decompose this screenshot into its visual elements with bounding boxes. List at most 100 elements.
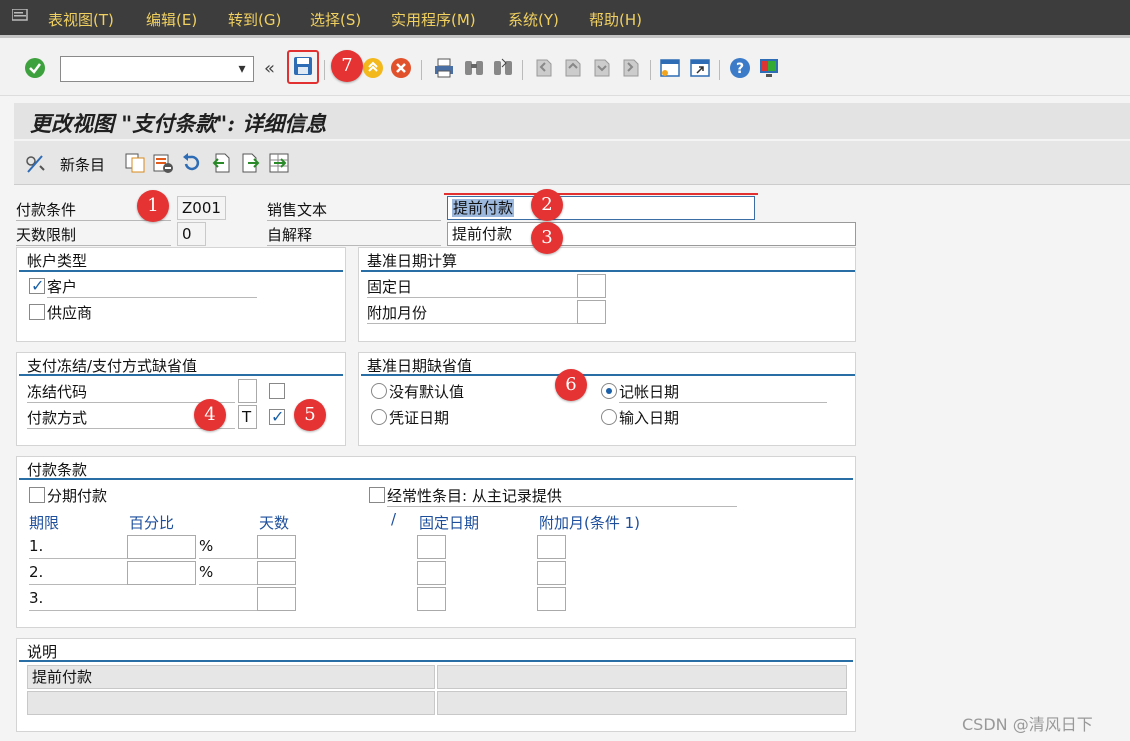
- exit-icon[interactable]: [362, 57, 384, 79]
- account-type-title: 帐户类型: [27, 252, 88, 270]
- installment-checkbox[interactable]: [29, 487, 45, 503]
- days-input[interactable]: [257, 535, 296, 559]
- block-key-input[interactable]: [238, 379, 257, 403]
- document-date-radio[interactable]: [371, 409, 387, 425]
- additional-months-label: 附加月份: [367, 302, 577, 324]
- application-toolbar: 新条目: [14, 141, 1130, 185]
- annotation-marker: 6: [555, 369, 587, 401]
- payment-block-title: 支付冻结/支付方式缺省值: [27, 357, 198, 375]
- fixed-day-label: 固定日: [367, 276, 577, 298]
- document-date-label: 凭证日期: [389, 409, 450, 427]
- days-input[interactable]: [257, 561, 296, 585]
- menu-bar: 表视图(T) 编辑(E) 转到(G) 选择(S) 实用程序(M) 系统(Y) 帮…: [0, 0, 1130, 38]
- command-field[interactable]: [60, 56, 254, 82]
- entry-date-radio[interactable]: [601, 409, 617, 425]
- first-page-icon[interactable]: [532, 57, 554, 79]
- menu-item-selection[interactable]: 选择(S): [310, 9, 361, 30]
- customize-layout-icon[interactable]: [758, 57, 780, 79]
- group-divider: [361, 374, 855, 376]
- new-session-icon[interactable]: [659, 57, 681, 79]
- svg-text:?: ?: [736, 61, 744, 77]
- column-additional-month-header: 附加月(条件 1): [539, 514, 641, 532]
- column-separator-header: /: [391, 510, 397, 528]
- chevron-down-icon[interactable]: ▾: [230, 56, 254, 82]
- day-limit-field[interactable]: 0: [177, 222, 206, 246]
- additional-month-input[interactable]: [537, 535, 566, 559]
- term-row-label: 1.: [29, 537, 127, 559]
- percent-input[interactable]: [127, 561, 196, 585]
- menu-item-table-view[interactable]: 表视图(T): [48, 9, 114, 30]
- system-menu-icon[interactable]: [12, 9, 30, 23]
- fixed-date-input[interactable]: [417, 587, 446, 611]
- customer-checkbox[interactable]: [29, 276, 45, 295]
- save-icon[interactable]: [292, 55, 314, 77]
- vendor-checkbox[interactable]: [29, 304, 45, 320]
- annotation-marker: 4: [194, 399, 226, 431]
- sales-text-input[interactable]: 提前付款: [447, 196, 755, 220]
- fixed-date-input[interactable]: [417, 561, 446, 585]
- collapse-command-icon[interactable]: «: [264, 58, 275, 79]
- no-default-label: 没有默认值: [389, 383, 465, 401]
- explanation-title: 说明: [27, 643, 58, 661]
- additional-month-input[interactable]: [537, 561, 566, 585]
- create-shortcut-icon[interactable]: [689, 57, 711, 79]
- additional-month-input[interactable]: [537, 587, 566, 611]
- menu-item-edit[interactable]: 编辑(E): [146, 9, 197, 30]
- payment-method-input[interactable]: T: [238, 405, 257, 429]
- cancel-icon[interactable]: [390, 57, 412, 79]
- additional-months-input[interactable]: [577, 300, 606, 324]
- explanation-group: 说明 提前付款: [16, 638, 856, 732]
- explanation-line: [437, 665, 847, 689]
- terms-title: 付款条款: [27, 461, 88, 479]
- select-all-icon[interactable]: [268, 152, 290, 174]
- toolbar-separator: [324, 60, 325, 80]
- column-percent-header: 百分比: [129, 514, 175, 532]
- installment-label: 分期付款: [47, 487, 108, 505]
- copy-as-icon[interactable]: [124, 152, 146, 174]
- fixed-day-input[interactable]: [577, 274, 606, 298]
- menu-item-goto[interactable]: 转到(G): [228, 9, 281, 30]
- posting-date-label: 记帐日期: [619, 381, 827, 403]
- menu-item-system[interactable]: 系统(Y): [508, 9, 559, 30]
- next-entry-icon[interactable]: [240, 152, 262, 174]
- find-icon[interactable]: [463, 57, 485, 79]
- days-input[interactable]: [257, 587, 296, 611]
- menu-item-utilities[interactable]: 实用程序(M): [391, 9, 476, 30]
- page-title: 更改视图 "支付条款": 详细信息: [30, 111, 327, 136]
- delete-icon[interactable]: [152, 152, 174, 174]
- toolbar-separator: [522, 60, 523, 80]
- percent-sign: %: [199, 563, 257, 585]
- find-next-icon[interactable]: [492, 57, 514, 79]
- next-page-icon[interactable]: [590, 57, 612, 79]
- standard-toolbar: ▾ « ?: [0, 38, 1130, 96]
- day-limit-label: 天数限制: [16, 224, 171, 246]
- block-key-checkbox[interactable]: [269, 383, 285, 399]
- last-page-icon[interactable]: [619, 57, 641, 79]
- entry-date-label: 输入日期: [619, 409, 680, 427]
- previous-page-icon[interactable]: [561, 57, 583, 79]
- annotation-marker: 3: [531, 222, 563, 254]
- previous-entry-icon[interactable]: [210, 152, 232, 174]
- fixed-date-input[interactable]: [417, 535, 446, 559]
- own-explanation-input[interactable]: 提前付款: [447, 222, 856, 246]
- recurring-label: 经常性条目: 从主记录提供: [387, 485, 737, 507]
- help-icon[interactable]: ?: [729, 57, 751, 79]
- baseline-default-title: 基准日期缺省值: [367, 357, 473, 375]
- term-row-label: 2.: [29, 563, 127, 585]
- enter-check-icon[interactable]: [24, 57, 46, 79]
- undo-change-icon[interactable]: [180, 152, 202, 174]
- no-default-radio[interactable]: [371, 383, 387, 399]
- new-entries-button[interactable]: 新条目: [60, 154, 105, 175]
- percent-input[interactable]: [127, 535, 196, 559]
- group-divider: [19, 478, 853, 480]
- baseline-date-calculation-group: 基准日期计算 固定日 附加月份: [358, 247, 856, 342]
- toolbar-separator: [719, 60, 720, 80]
- menu-item-help[interactable]: 帮助(H): [589, 9, 642, 30]
- print-icon[interactable]: [433, 57, 455, 79]
- payment-method-checkbox[interactable]: [269, 407, 285, 426]
- posting-date-radio[interactable]: [601, 383, 617, 399]
- display-change-icon[interactable]: [24, 152, 46, 174]
- recurring-checkbox[interactable]: [369, 487, 385, 503]
- group-divider: [19, 374, 343, 376]
- annotation-marker: 5: [294, 399, 326, 431]
